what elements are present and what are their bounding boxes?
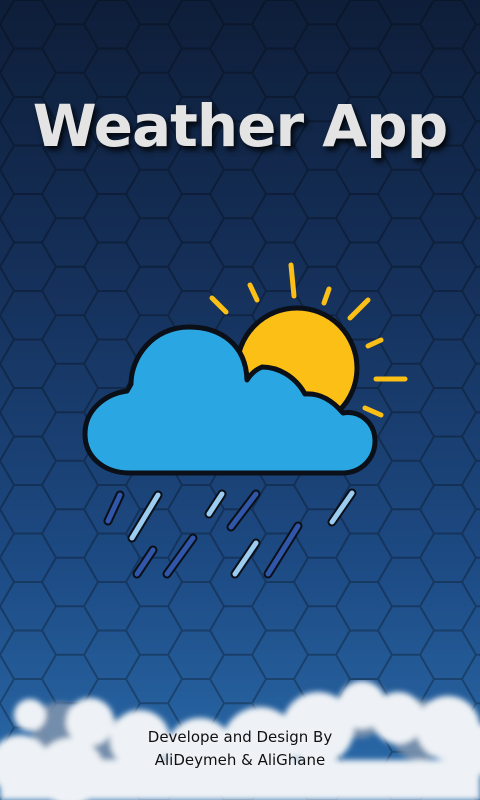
credits: Develope and Design By AliDeymeh & AliGh… xyxy=(0,726,480,772)
authors-line: AliDeymeh & AliGhane xyxy=(154,751,326,769)
app-title: Weather App xyxy=(32,92,448,160)
partly-cloudy-rain-icon xyxy=(82,262,408,579)
raindrops xyxy=(103,488,357,579)
credits-line: Develope and Design By xyxy=(147,728,333,746)
